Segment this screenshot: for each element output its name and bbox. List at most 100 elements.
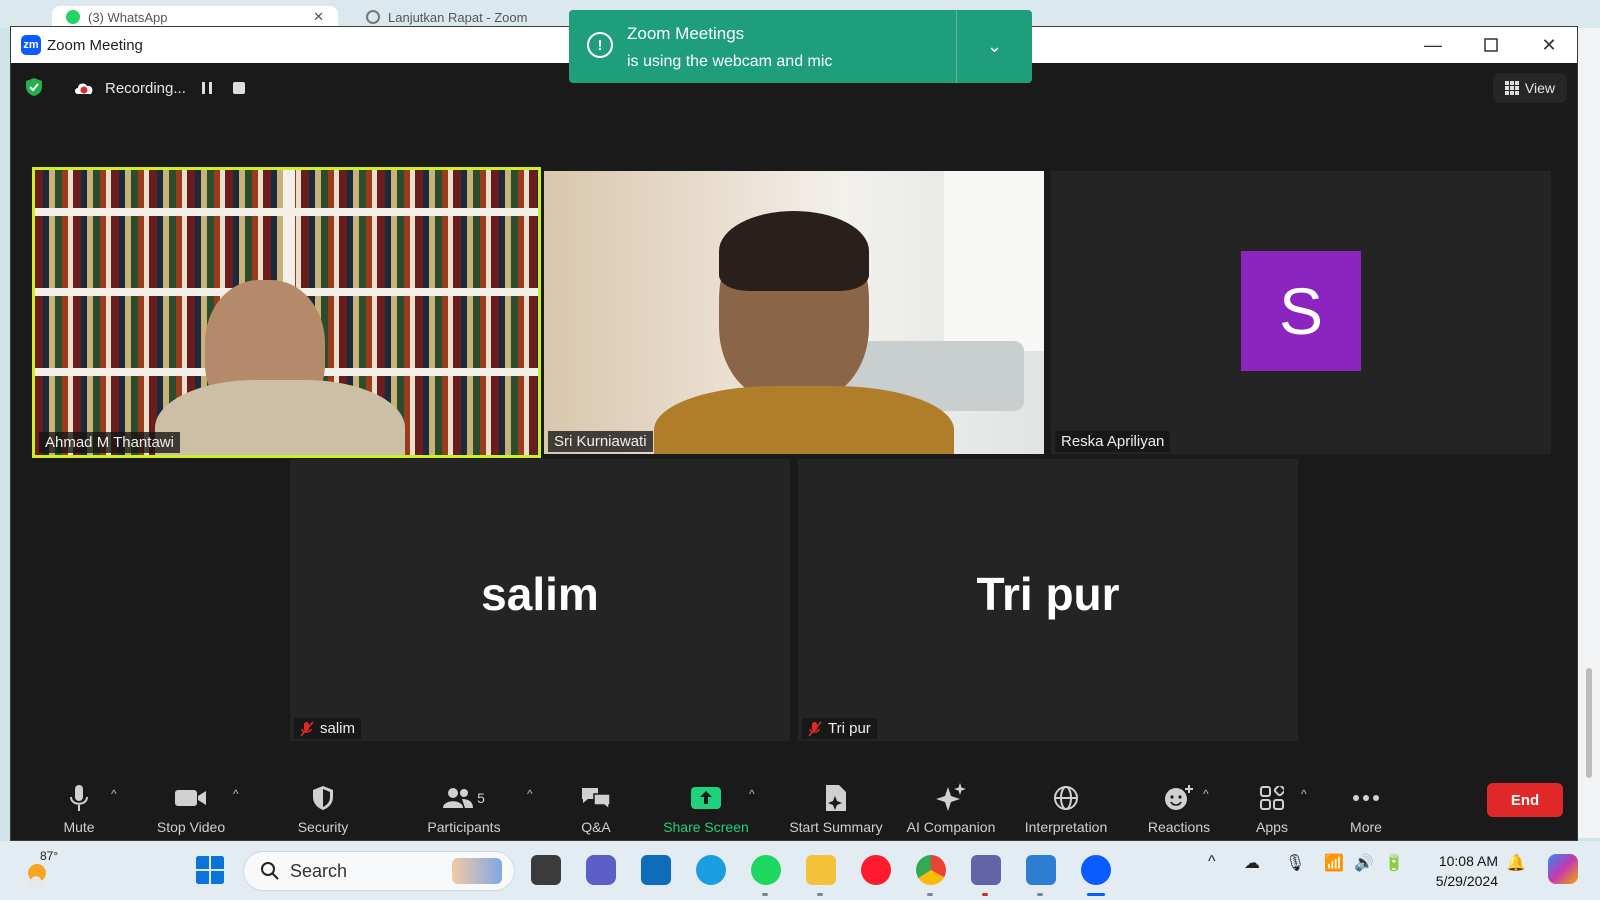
chrome-icon[interactable]	[916, 855, 946, 885]
close-icon[interactable]: ✕	[313, 9, 324, 25]
mail-icon[interactable]	[641, 855, 671, 885]
running-indicator	[762, 893, 768, 896]
chevron-up-icon[interactable]: ^	[1203, 787, 1209, 801]
running-indicator	[1037, 893, 1043, 896]
recording-indicator[interactable]: Recording...	[61, 73, 262, 103]
taskbar-search[interactable]: Search	[243, 851, 515, 891]
zoom-taskbar-icon[interactable]	[1081, 855, 1111, 885]
participant-display-name: Tri pur	[976, 568, 1120, 620]
end-meeting-button[interactable]: End	[1487, 783, 1563, 817]
participant-name-tag: Sri Kurniawati	[548, 431, 653, 452]
interpretation-button[interactable]: Interpretation	[1006, 775, 1126, 840]
document-sparkle-icon	[826, 785, 846, 811]
edge-icon[interactable]	[696, 855, 726, 885]
search-placeholder: Search	[290, 860, 348, 881]
chevron-up-icon[interactable]: ^	[1301, 787, 1307, 801]
ai-sparkle-icon	[936, 783, 966, 811]
active-indicator	[1087, 893, 1105, 896]
wifi-icon[interactable]: 📶	[1324, 853, 1344, 873]
participants-button[interactable]: 5 Participants	[409, 775, 519, 840]
photos-icon[interactable]	[1026, 855, 1056, 885]
view-button[interactable]: View	[1492, 73, 1567, 103]
browser-tab-label: Lanjutkan Rapat - Zoom	[388, 9, 528, 25]
apps-icon	[1260, 786, 1284, 810]
globe-icon	[1054, 786, 1078, 810]
weather-widget[interactable]: 87°	[24, 849, 64, 889]
task-view-icon[interactable]	[531, 855, 561, 885]
teams-new-icon[interactable]	[971, 855, 1001, 885]
microphone-tray-icon[interactable]: 🎙	[1285, 853, 1305, 873]
windows-start-icon[interactable]	[195, 855, 225, 885]
chevron-up-icon[interactable]: ^	[527, 787, 533, 801]
opera-icon[interactable]	[861, 855, 891, 885]
copilot-icon[interactable]	[1548, 854, 1578, 884]
teams-icon[interactable]	[586, 855, 616, 885]
emoji-plus-icon	[1165, 785, 1193, 810]
system-clock[interactable]: 10:08 AM 5/29/2024	[1418, 851, 1498, 891]
file-explorer-icon[interactable]	[806, 855, 836, 885]
more-button[interactable]: More	[1331, 775, 1401, 840]
participant-video	[35, 170, 538, 455]
page-scrollbar[interactable]	[1578, 28, 1600, 838]
running-indicator	[817, 893, 823, 896]
participant-tile-ahmad[interactable]: Ahmad M Thantawi	[32, 167, 541, 458]
browser-tab-zoom[interactable]: Lanjutkan Rapat - Zoom	[352, 6, 541, 28]
participant-video	[544, 171, 1044, 454]
muted-mic-icon	[300, 720, 314, 737]
security-button[interactable]: Security	[283, 775, 363, 840]
battery-icon[interactable]: 🔋	[1384, 853, 1404, 873]
participant-name-tag: salim	[294, 718, 362, 739]
chevron-up-icon[interactable]: ^	[1208, 853, 1216, 871]
browser-tab-whatsapp[interactable]: (3) WhatsApp ✕	[52, 6, 338, 28]
zoom-logo-icon: zm	[21, 35, 41, 55]
spotify-icon[interactable]	[751, 855, 781, 885]
participant-tile-reska[interactable]: S Reska Apriliyan	[1051, 171, 1551, 454]
share-screen-icon	[691, 787, 721, 809]
minimize-icon[interactable]: —	[1405, 27, 1461, 63]
alert-icon: !	[587, 32, 613, 58]
apps-button[interactable]: Apps	[1237, 775, 1307, 840]
chevron-up-icon[interactable]: ^	[749, 787, 755, 801]
webcam-mic-notification[interactable]: ! Zoom Meetings is using the webcam and …	[569, 10, 1032, 83]
grid-icon	[1504, 81, 1519, 95]
volume-icon[interactable]: 🔊	[1354, 853, 1374, 873]
chevron-down-icon[interactable]: ⌄	[956, 10, 1032, 83]
browser-tab-label: (3) WhatsApp	[88, 9, 168, 25]
windows-taskbar: 87° Search ^ ☁ 🎙 📶 🔊 🔋 10:08 AM 5/29/202…	[0, 841, 1600, 900]
encryption-shield-icon[interactable]	[25, 77, 43, 97]
participant-name-tag: Ahmad M Thantawi	[39, 432, 180, 453]
close-window-icon[interactable]: ✕	[1521, 27, 1577, 63]
stop-recording-icon[interactable]	[228, 77, 250, 99]
participant-avatar: S	[1241, 251, 1361, 371]
participant-tile-sri[interactable]: Sri Kurniawati	[544, 171, 1044, 454]
mute-button[interactable]: Mute	[39, 775, 119, 840]
chevron-up-icon[interactable]: ^	[111, 787, 117, 801]
temperature: 87°	[40, 849, 59, 863]
scrollbar-thumb[interactable]	[1586, 668, 1592, 778]
qa-icon	[582, 788, 611, 810]
meeting-toolbar: Mute ^ Stop Video ^ Security 5 Participa…	[11, 775, 1577, 840]
onedrive-cloud-icon[interactable]: ☁	[1244, 853, 1260, 873]
cloud-recording-icon	[75, 83, 93, 94]
notification-bell-icon[interactable]: 🔔	[1506, 853, 1526, 873]
qa-button[interactable]: Q&A	[556, 775, 636, 840]
search-highlight-icon	[452, 858, 502, 884]
stop-video-button[interactable]: Stop Video	[141, 775, 241, 840]
zoom-window: zm Zoom Meeting — ✕ Recording... View Ah…	[10, 26, 1578, 841]
participant-tile-salim[interactable]: salim salim	[290, 459, 790, 741]
ai-companion-button[interactable]: AI Companion	[891, 775, 1011, 840]
start-summary-button[interactable]: Start Summary	[771, 775, 901, 840]
participants-count: 5	[477, 790, 485, 806]
maximize-icon[interactable]	[1463, 27, 1519, 63]
whatsapp-icon	[66, 10, 80, 24]
microphone-icon	[70, 785, 88, 811]
search-icon	[261, 862, 279, 880]
participant-tile-tripur[interactable]: Tri pur Tri pur	[798, 459, 1298, 741]
notification-message: is using the webcam and mic	[627, 53, 833, 70]
reactions-button[interactable]: Reactions	[1129, 775, 1229, 840]
participant-name-tag: Reska Apriliyan	[1055, 431, 1171, 452]
chevron-up-icon[interactable]: ^	[233, 787, 239, 801]
share-screen-button[interactable]: Share Screen	[651, 775, 761, 840]
pause-recording-icon[interactable]	[196, 77, 218, 99]
recording-label: Recording...	[105, 79, 186, 97]
